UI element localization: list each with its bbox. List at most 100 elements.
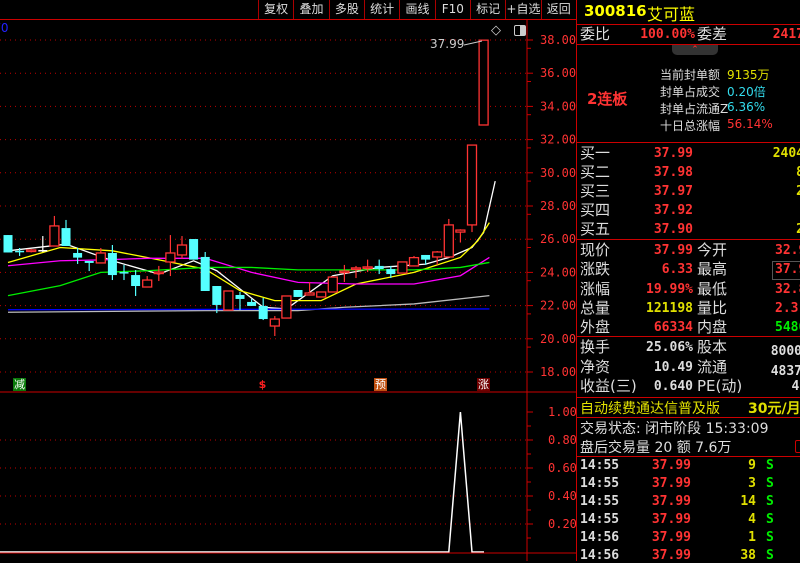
price-tick-label: 34.00 [540, 99, 576, 113]
tick-volume: 3 [748, 476, 756, 491]
bid-price[interactable]: 37.99 [630, 146, 693, 161]
indicator-tick-label: 0.40 [548, 489, 576, 503]
bid-volume: 8 [740, 165, 800, 180]
stat-label: 总量 [580, 298, 611, 317]
candle-down [38, 249, 48, 252]
candle-down [293, 289, 303, 297]
fundamental-value: 25.06% [646, 340, 693, 355]
ma30-line [7, 261, 490, 297]
tick-time: 14:55 [580, 494, 620, 509]
bid-level-label: 买四 [580, 201, 611, 219]
seal-info-label: 当前封单额 [660, 68, 721, 82]
candle-up [49, 225, 60, 247]
candle-down [15, 250, 25, 253]
candle-up [269, 318, 280, 327]
expand-icon[interactable] [795, 440, 800, 453]
panel-toggle-icon[interactable] [514, 25, 526, 36]
promo-price[interactable]: 30元/月 [748, 398, 800, 418]
collapse-button[interactable]: ⌃ [672, 45, 718, 55]
indicator-label: F0 [0, 21, 9, 35]
candle-up [466, 144, 478, 226]
candle-up [26, 249, 37, 253]
bid-price[interactable]: 37.92 [630, 203, 693, 218]
tick-price: 37.99 [651, 476, 691, 491]
price-tick-label: 28.00 [540, 199, 576, 213]
candle-down [200, 256, 210, 291]
toolbar-multi-stock[interactable]: 多股 [328, 0, 364, 19]
signal-rise[interactable]: 涨 [477, 378, 490, 391]
stock-code: 300816 [584, 2, 647, 20]
candle-up [176, 244, 188, 256]
candle-down [73, 252, 83, 258]
bid-volume: 2 [740, 184, 800, 199]
stat-value: 32.9 [775, 243, 800, 258]
board-tag: 2连板 [587, 90, 628, 108]
candle-down [374, 265, 384, 270]
candle-up [142, 279, 153, 288]
chart-toolbar: 复权 叠加 多股 统计 画线 F10 标记 +自选 返回 [258, 0, 576, 19]
signal-pre[interactable]: 预 [374, 378, 387, 391]
candle-up [339, 270, 350, 274]
candle-up [304, 292, 315, 296]
indicator-tick-label: 0.60 [548, 461, 576, 475]
tick-side: S [766, 512, 774, 527]
tick-price: 37.99 [651, 458, 691, 473]
signal-dollar[interactable]: $ [256, 378, 269, 391]
candle-up [327, 276, 338, 293]
candle-up [362, 266, 373, 270]
toolbar-add-watchlist[interactable]: +自选 [505, 0, 540, 19]
bid-price[interactable]: 37.97 [630, 184, 693, 199]
candle-up [316, 291, 327, 298]
stat-value: 37.99 [653, 243, 693, 258]
high-highlight-box [772, 261, 800, 280]
price-tick-label: 24.00 [540, 265, 576, 279]
candle-down [61, 228, 71, 247]
toolbar-mark[interactable]: 标记 [469, 0, 505, 19]
fundamental-label: 换手 [580, 338, 611, 356]
toolbar-restore-rights[interactable]: 复权 [258, 0, 293, 19]
candle-down [247, 301, 257, 306]
candle-up [281, 295, 292, 319]
toolbar-back[interactable]: 返回 [540, 0, 576, 19]
bid-price[interactable]: 37.98 [630, 165, 693, 180]
ma5-line [7, 180, 496, 310]
stat-label: 量比 [697, 298, 728, 317]
tick-time: 14:55 [580, 458, 620, 473]
indicator-tick-label: 1.00 [548, 405, 576, 419]
wei-cha-label: 委差 [697, 25, 728, 43]
promo-link[interactable]: 自动续费通达信普及版 [580, 398, 720, 418]
price-tick-label: 26.00 [540, 232, 576, 246]
tick-time: 14:55 [580, 476, 620, 491]
toolbar-draw-line[interactable]: 画线 [399, 0, 434, 19]
high-price-callout: 37.99 [430, 37, 465, 51]
candle-up [95, 252, 106, 264]
candle-up [165, 252, 176, 263]
candle-up [478, 39, 489, 126]
stat-label: 现价 [580, 241, 611, 259]
candle-down [189, 239, 199, 260]
tick-side: S [766, 494, 774, 509]
bid-price[interactable]: 37.90 [630, 222, 693, 237]
price-tick-label: 36.00 [540, 66, 576, 80]
bid-volume: 2404 [772, 146, 800, 161]
fundamental-label: PE(动) [697, 377, 743, 395]
kline-chart[interactable]: 38.00 36.00 34.00 32.00 30.00 28.00 26.00 24.00… [0, 0, 576, 561]
toolbar-statistics[interactable]: 统计 [363, 0, 399, 19]
bid-volume: 2 [740, 222, 800, 237]
diamond-icon[interactable]: ◇ [491, 23, 501, 38]
signal-reduce[interactable]: 减 [13, 378, 26, 391]
stat-value: 2.3 [775, 300, 799, 316]
stat-value: 121198 [646, 300, 693, 316]
tick-time: 14:55 [580, 512, 620, 527]
tick-side: S [766, 476, 774, 491]
candle-down [119, 272, 129, 274]
candle-up [397, 261, 408, 274]
tick-volume: 9 [748, 458, 756, 473]
toolbar-f10[interactable]: F10 [434, 0, 470, 19]
toolbar-overlay[interactable]: 叠加 [293, 0, 328, 19]
fundamental-value: 10.49 [653, 359, 693, 375]
seal-info-value: 9135万 [727, 68, 770, 82]
price-tick-label: 20.00 [540, 332, 576, 346]
tick-price: 37.99 [651, 494, 691, 509]
bid-level-label: 买三 [580, 182, 611, 200]
